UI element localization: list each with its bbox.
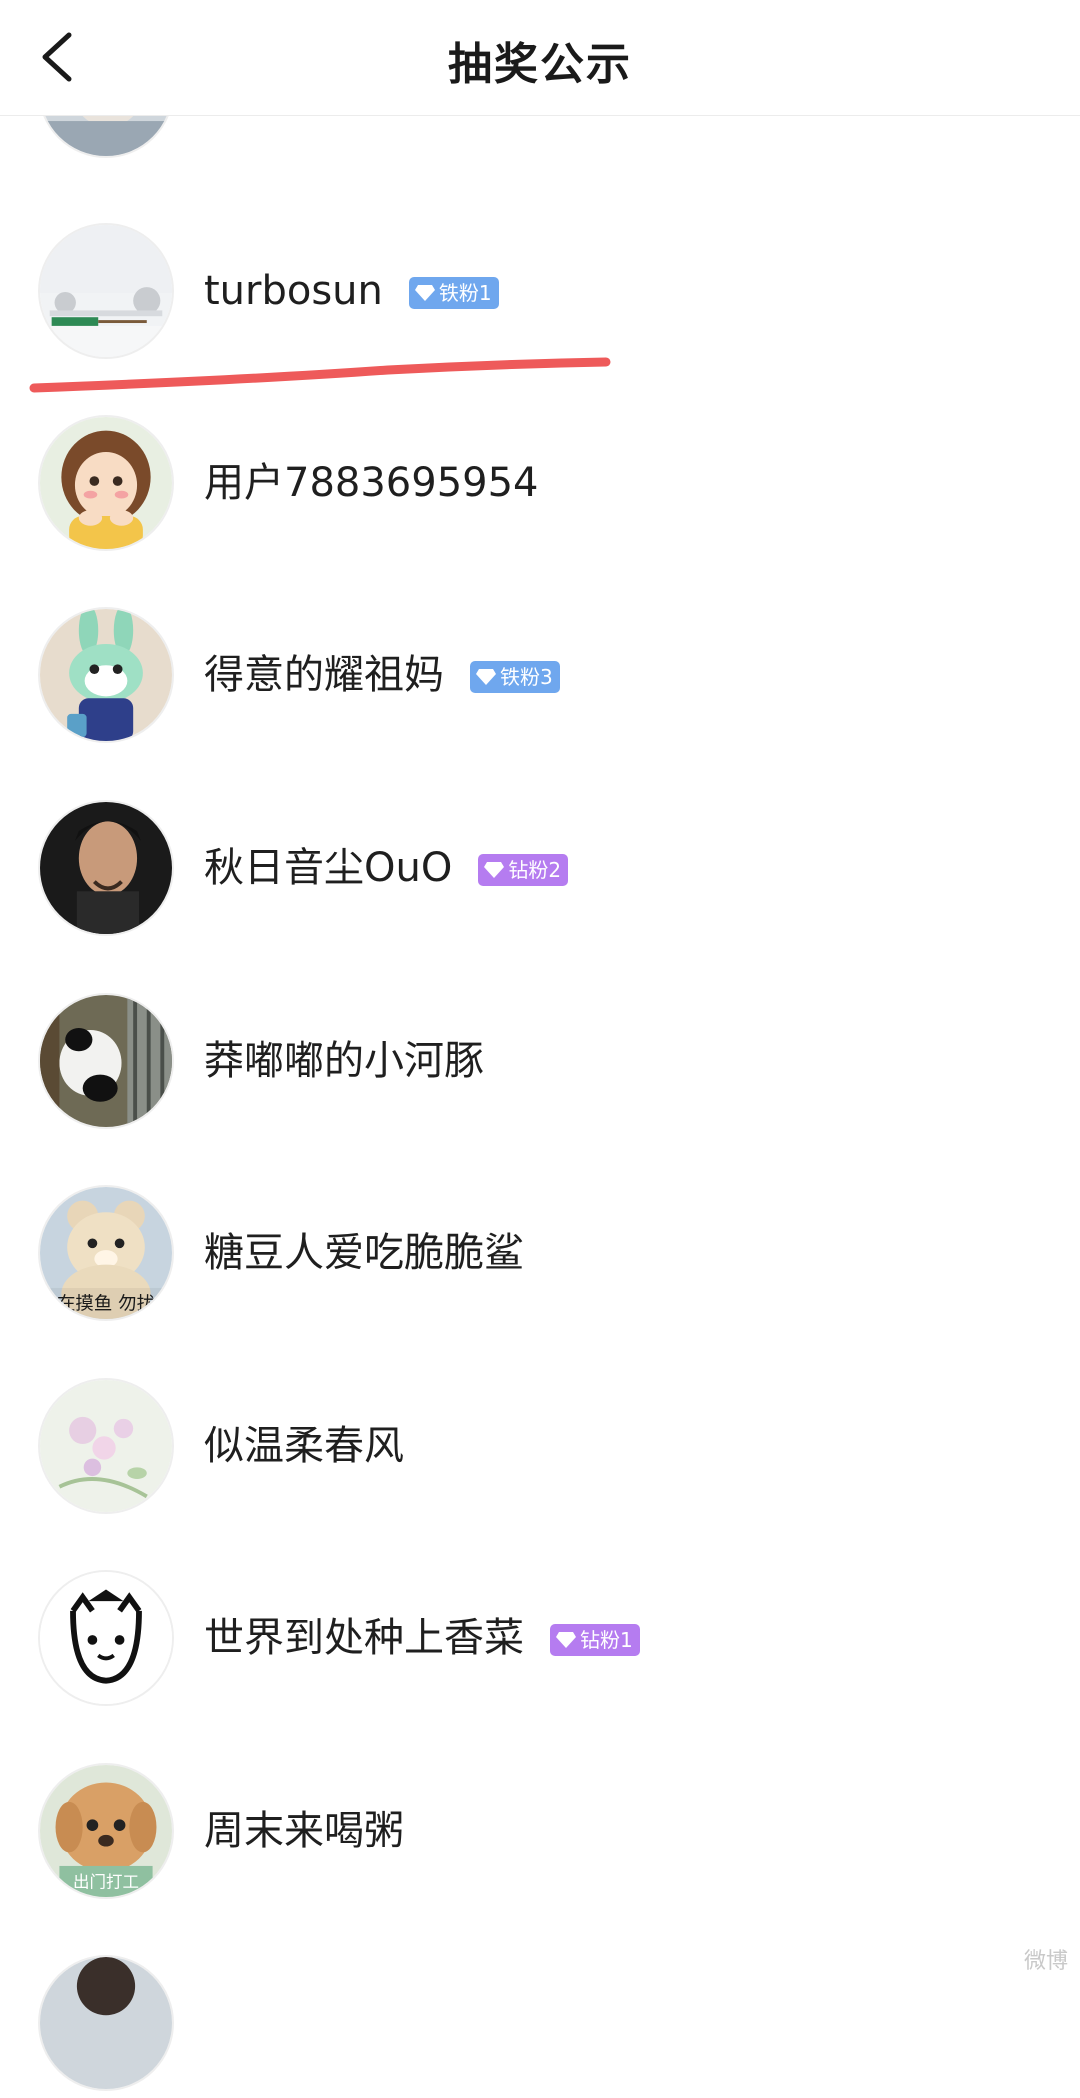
avatar[interactable]: 出门打工 [38,1763,174,1899]
list-item[interactable]: 用户7883695954 [0,408,1080,558]
avatar[interactable] [38,1378,174,1514]
fan-badge: 铁粉1 [408,277,499,309]
diamond-icon [414,285,435,301]
entry-name: turbosun 铁粉1 [204,263,499,319]
avatar[interactable] [38,607,174,743]
page-title: 抽奖公示 [448,39,632,90]
watermark: 微博 [1023,1949,1068,1974]
diamond-icon [484,862,505,878]
avatar[interactable] [38,415,174,551]
entry-name: 莽嘟嘟的小河豚 [204,1038,484,1084]
list-item[interactable]: 似温柔春风 [0,1371,1080,1521]
list-item[interactable] [0,1948,1080,2098]
avatar[interactable]: 在摸鱼 勿扰 [38,1185,174,1321]
list-item[interactable]: 在摸鱼 勿扰 糖豆人爱吃脆脆鲨 [0,1178,1080,1328]
top-nav-bar: 抽奖公示 [0,0,1080,116]
avatar[interactable] [38,1955,174,2091]
avatar[interactable] [38,993,174,1129]
avatar[interactable] [38,1570,174,1706]
list-item[interactable]: 世界到处种上香菜 钻粉1 [0,1563,1080,1713]
fan-badge: 钻粉1 [550,1624,640,1656]
entry-name: 世界到处种上香菜 钻粉1 [204,1610,640,1666]
highlight-underline [29,357,611,393]
avatar[interactable] [38,800,174,936]
list-item[interactable]: turbosun 铁粉1 [0,216,1080,366]
entry-name: 似温柔春风 [204,1423,404,1469]
list-item[interactable]: 莽嘟嘟的小河豚 [0,986,1080,1136]
entry-name: 周末来喝粥 [204,1808,404,1854]
winner-list: turbosun 铁粉1 用户7883695954 得意的耀祖妈 铁粉3 秋日音… [0,0,1080,2091]
diamond-icon [556,1632,576,1648]
entry-name: 得意的耀祖妈 铁粉3 [204,647,560,703]
list-item[interactable]: 出门打工 周末来喝粥 [0,1756,1080,1906]
fan-badge: 铁粉3 [470,661,560,693]
entry-name: 糖豆人爱吃脆脆鲨 [204,1230,524,1276]
fan-badge: 钻粉2 [478,854,569,886]
avatar[interactable] [38,223,174,359]
list-item[interactable]: 秋日音尘OuO 钻粉2 [0,793,1080,943]
entry-name: 秋日音尘OuO 钻粉2 [204,840,569,896]
diamond-icon [476,669,496,685]
entry-name: 用户7883695954 [204,460,539,506]
list-item[interactable]: 得意的耀祖妈 铁粉3 [0,600,1080,750]
avatar-caption: 出门打工 [73,1872,139,1891]
avatar-caption: 在摸鱼 勿扰 [57,1293,155,1314]
